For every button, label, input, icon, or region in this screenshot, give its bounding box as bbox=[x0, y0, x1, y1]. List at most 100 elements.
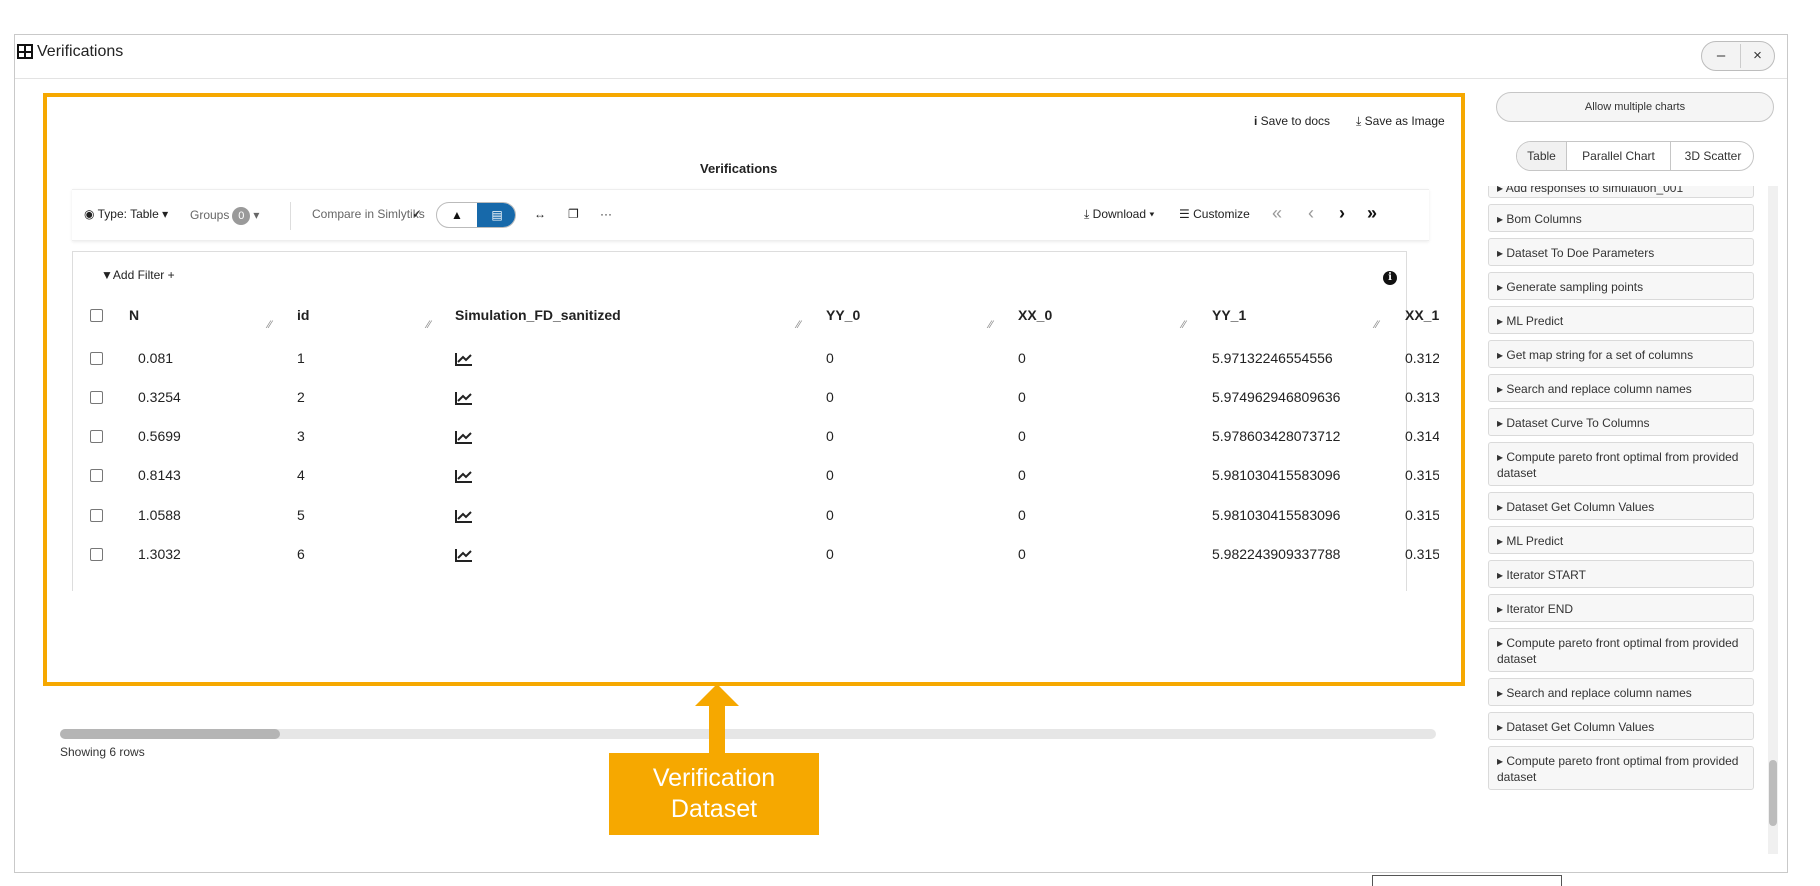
caret-right-icon: ▸ bbox=[1497, 212, 1507, 226]
save-as-image-button[interactable]: ⤓ Save as Image bbox=[1356, 114, 1445, 129]
download-dropdown[interactable]: ⤓ Download ▾ bbox=[1084, 207, 1154, 222]
line-chart-icon[interactable] bbox=[455, 469, 473, 483]
column-resize-handle[interactable]: ⁄⁄ bbox=[1182, 319, 1186, 331]
first-page-icon[interactable]: « bbox=[1272, 203, 1282, 224]
copy-icon[interactable]: ❐ bbox=[568, 207, 579, 221]
last-page-icon[interactable]: » bbox=[1367, 203, 1377, 224]
caret-right-icon: ▸ bbox=[1497, 534, 1507, 548]
cell-xx1: 0.312 bbox=[1405, 350, 1439, 366]
list-item[interactable]: ▸ Dataset Curve To Columns bbox=[1488, 408, 1754, 436]
customize-label: Customize bbox=[1193, 207, 1250, 221]
row-checkbox[interactable] bbox=[90, 352, 103, 365]
scroll-icon[interactable]: ▤ bbox=[477, 203, 515, 227]
list-item[interactable]: ▸ Compute pareto front optimal from prov… bbox=[1488, 628, 1754, 672]
column-resize-handle[interactable]: ⁄⁄ bbox=[797, 319, 801, 331]
list-item[interactable]: ▸ ML Predict bbox=[1488, 306, 1754, 334]
caret-right-icon: ▸ bbox=[1497, 568, 1507, 582]
info-small-icon: i bbox=[1254, 114, 1261, 128]
add-filter-button[interactable]: ▼Add Filter + bbox=[101, 268, 175, 282]
save-to-docs-button[interactable]: i Save to docs bbox=[1254, 114, 1330, 128]
table-icon bbox=[17, 44, 33, 59]
list-item[interactable]: ▸ Search and replace column names bbox=[1488, 678, 1754, 706]
list-item[interactable]: ▸ Dataset To Doe Parameters bbox=[1488, 238, 1754, 266]
list-item[interactable]: ▸ Bom Columns bbox=[1488, 204, 1754, 232]
cell-yy1: 5.974962946809636 bbox=[1212, 389, 1341, 405]
select-all-checkbox[interactable] bbox=[90, 309, 103, 322]
row-checkbox[interactable] bbox=[90, 548, 103, 561]
allow-multiple-charts-button[interactable]: Allow multiple charts bbox=[1496, 92, 1774, 122]
cell-yy1: 5.981030415583096 bbox=[1212, 467, 1341, 483]
callout-arrow-head bbox=[695, 684, 739, 706]
row-checkbox[interactable] bbox=[90, 469, 103, 482]
more-options-button[interactable]: ··· bbox=[600, 207, 612, 221]
column-header-id[interactable]: id bbox=[297, 307, 309, 323]
cell-id: 2 bbox=[297, 389, 305, 405]
caret-right-icon: ▸ bbox=[1497, 416, 1507, 430]
customize-button[interactable]: ☰ Customize bbox=[1179, 207, 1250, 221]
compare-simlytiks-button[interactable]: Compare in Simlytiks bbox=[312, 207, 425, 221]
column-resize-handle[interactable]: ⁄⁄ bbox=[989, 319, 993, 331]
cell-id: 1 bbox=[297, 350, 305, 366]
line-chart-icon[interactable] bbox=[455, 391, 473, 405]
caret-right-icon: ▸ bbox=[1497, 246, 1507, 260]
vertical-scrollbar[interactable] bbox=[1768, 186, 1778, 854]
info-icon[interactable]: i bbox=[1383, 271, 1397, 285]
groups-dropdown[interactable]: Groups 0 ▾ bbox=[190, 207, 259, 225]
bell-icon[interactable]: ▲ bbox=[437, 203, 477, 227]
vertical-scrollbar-thumb[interactable] bbox=[1769, 760, 1777, 826]
row-checkbox[interactable] bbox=[90, 509, 103, 522]
next-page-icon[interactable]: › bbox=[1339, 203, 1345, 224]
expand-width-icon[interactable]: ↔ bbox=[534, 207, 546, 221]
horizontal-scrollbar-thumb[interactable] bbox=[60, 729, 280, 739]
list-item[interactable]: ▸ Dataset Get Column Values bbox=[1488, 712, 1754, 740]
column-header-simulation[interactable]: Simulation_FD_sanitized bbox=[455, 307, 621, 323]
table-container bbox=[72, 251, 1407, 591]
column-header-yy0[interactable]: YY_0 bbox=[826, 307, 860, 323]
list-item[interactable]: ▸ Compute pareto front optimal from prov… bbox=[1488, 746, 1754, 790]
prev-page-icon[interactable]: ‹ bbox=[1308, 203, 1314, 224]
list-item[interactable]: ▸ ML Predict bbox=[1488, 526, 1754, 554]
cell-n: 0.081 bbox=[138, 350, 174, 366]
type-dropdown[interactable]: ◉ Type: Table ▾ bbox=[84, 207, 168, 221]
list-item[interactable]: ▸ Dataset Get Column Values bbox=[1488, 492, 1754, 520]
tab-parallel-chart[interactable]: Parallel Chart bbox=[1567, 142, 1671, 170]
list-item[interactable]: ▸ Search and replace column names bbox=[1488, 374, 1754, 402]
tab-3d-scatter[interactable]: 3D Scatter bbox=[1672, 142, 1753, 170]
list-item[interactable]: ▸ Compute pareto front optimal from prov… bbox=[1488, 442, 1754, 486]
minimize-button[interactable]: – bbox=[1704, 44, 1738, 68]
line-chart-icon[interactable] bbox=[455, 352, 473, 366]
window-title: Verifications bbox=[37, 43, 124, 60]
column-header-xx0[interactable]: XX_0 bbox=[1018, 307, 1052, 323]
column-resize-handle[interactable]: ⁄⁄ bbox=[427, 319, 431, 331]
cell-yy1: 5.981030415583096 bbox=[1212, 507, 1341, 523]
check-all-icon[interactable]: ✓ bbox=[412, 207, 422, 221]
save-to-docs-label: Save to docs bbox=[1260, 114, 1331, 128]
cell-yy0: 0 bbox=[826, 507, 834, 523]
column-resize-handle[interactable]: ⁄⁄ bbox=[1375, 319, 1379, 331]
line-chart-icon[interactable] bbox=[455, 548, 473, 562]
column-header-n[interactable]: N bbox=[129, 307, 139, 323]
list-item[interactable]: ▸ Iterator START bbox=[1488, 560, 1754, 588]
cell-yy0: 0 bbox=[826, 428, 834, 444]
bottom-frame-fragment bbox=[1372, 875, 1562, 886]
cell-xx0: 0 bbox=[1018, 350, 1026, 366]
list-item[interactable]: ▸ Generate sampling points bbox=[1488, 272, 1754, 300]
sliders-icon: ☰ bbox=[1179, 207, 1190, 221]
list-item[interactable]: ▸ Add responses to simulation_001 bbox=[1488, 186, 1754, 198]
column-header-yy1[interactable]: YY_1 bbox=[1212, 307, 1246, 323]
download-icon: ⤓ bbox=[1356, 114, 1365, 128]
tab-table[interactable]: Table bbox=[1517, 142, 1567, 170]
list-item[interactable]: ▸ Get map string for a set of columns bbox=[1488, 340, 1754, 368]
caret-right-icon: ▸ bbox=[1497, 754, 1507, 768]
row-checkbox[interactable] bbox=[90, 391, 103, 404]
row-checkbox[interactable] bbox=[90, 430, 103, 443]
list-item[interactable]: ▸ Iterator END bbox=[1488, 594, 1754, 622]
column-resize-handle[interactable]: ⁄⁄ bbox=[268, 319, 272, 331]
line-chart-icon[interactable] bbox=[455, 509, 473, 523]
close-button[interactable]: × bbox=[1740, 44, 1774, 68]
rows-count-status: Showing 6 rows bbox=[60, 745, 145, 759]
column-header-xx1[interactable]: XX_1 bbox=[1405, 307, 1439, 323]
cell-xx0: 0 bbox=[1018, 507, 1026, 523]
view-toggle: ▲ ▤ bbox=[436, 202, 516, 228]
line-chart-icon[interactable] bbox=[455, 430, 473, 444]
